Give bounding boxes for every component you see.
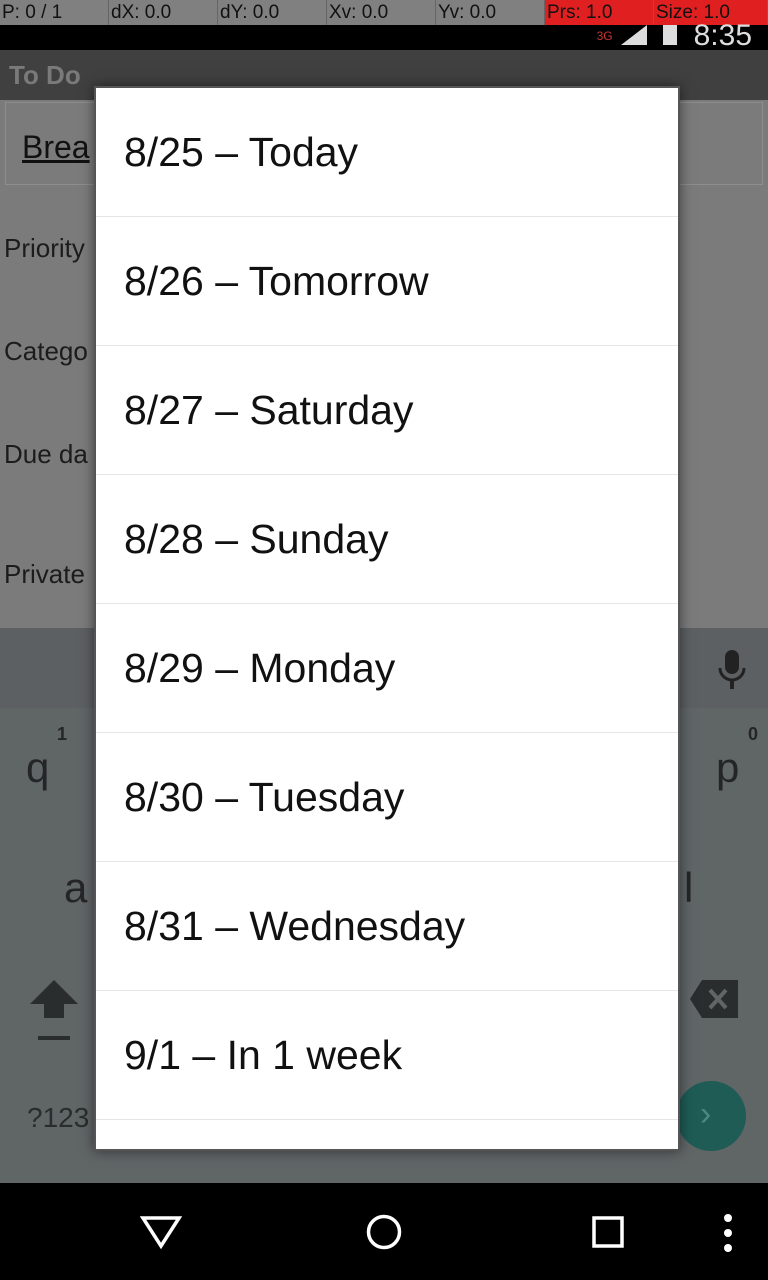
backspace-icon[interactable] <box>690 980 740 1018</box>
recents-icon[interactable] <box>592 1216 624 1248</box>
app-title: To Do <box>9 60 81 90</box>
chevron-right-icon: › <box>700 1095 712 1133</box>
clock: 8:35 <box>693 19 752 52</box>
status-bar: 3G 8:35 <box>0 21 768 51</box>
debug-yv: Yv: 0.0 <box>436 0 545 25</box>
priority-label: Priority <box>4 233 85 263</box>
due-date-picker-dialog: 8/25 – Today 8/26 – Tomorrow 8/27 – Satu… <box>94 86 680 1151</box>
key-q-hint: 1 <box>57 724 68 744</box>
key-p-hint: 0 <box>748 724 759 744</box>
category-label: Catego <box>4 336 88 366</box>
key-a[interactable]: a <box>64 864 87 912</box>
debug-dx: dX: 0.0 <box>109 0 218 25</box>
date-option[interactable]: 8/25 – Today <box>96 88 678 217</box>
title-input-value: Brea <box>22 129 90 165</box>
signal-icon <box>620 25 647 45</box>
microphone-icon[interactable] <box>716 648 748 690</box>
date-option[interactable]: 8/30 – Tuesday <box>96 733 678 862</box>
key-p[interactable]: p <box>716 744 739 792</box>
date-option[interactable]: 9/1 – In 1 week <box>96 991 678 1120</box>
more-options-icon[interactable] <box>722 1213 734 1253</box>
date-option[interactable]: 8/26 – Tomorrow <box>96 217 678 346</box>
debug-dy: dY: 0.0 <box>218 0 327 25</box>
private-label: Private <box>4 559 85 589</box>
date-option[interactable]: 8/31 – Wednesday <box>96 862 678 991</box>
debug-xv: Xv: 0.0 <box>327 0 436 25</box>
navigation-bar <box>0 1183 768 1280</box>
back-icon[interactable] <box>140 1215 182 1249</box>
home-icon[interactable] <box>366 1214 402 1250</box>
enter-button[interactable]: › <box>676 1081 746 1151</box>
key-l[interactable]: l <box>684 864 693 912</box>
date-option[interactable]: 8/28 – Sunday <box>96 475 678 604</box>
due-date-label: Due da <box>4 439 88 469</box>
debug-prs: Prs: 1.0 <box>545 0 654 25</box>
date-option[interactable]: 8/27 – Saturday <box>96 346 678 475</box>
shift-icon[interactable] <box>28 980 80 1044</box>
network-label: 3G <box>596 29 613 43</box>
debug-p: P: 0 / 1 <box>0 0 109 25</box>
battery-icon <box>663 25 678 45</box>
key-q[interactable]: q <box>26 744 49 792</box>
date-option[interactable]: 8/29 – Monday <box>96 604 678 733</box>
key-symbols[interactable]: ?123 <box>27 1102 89 1134</box>
